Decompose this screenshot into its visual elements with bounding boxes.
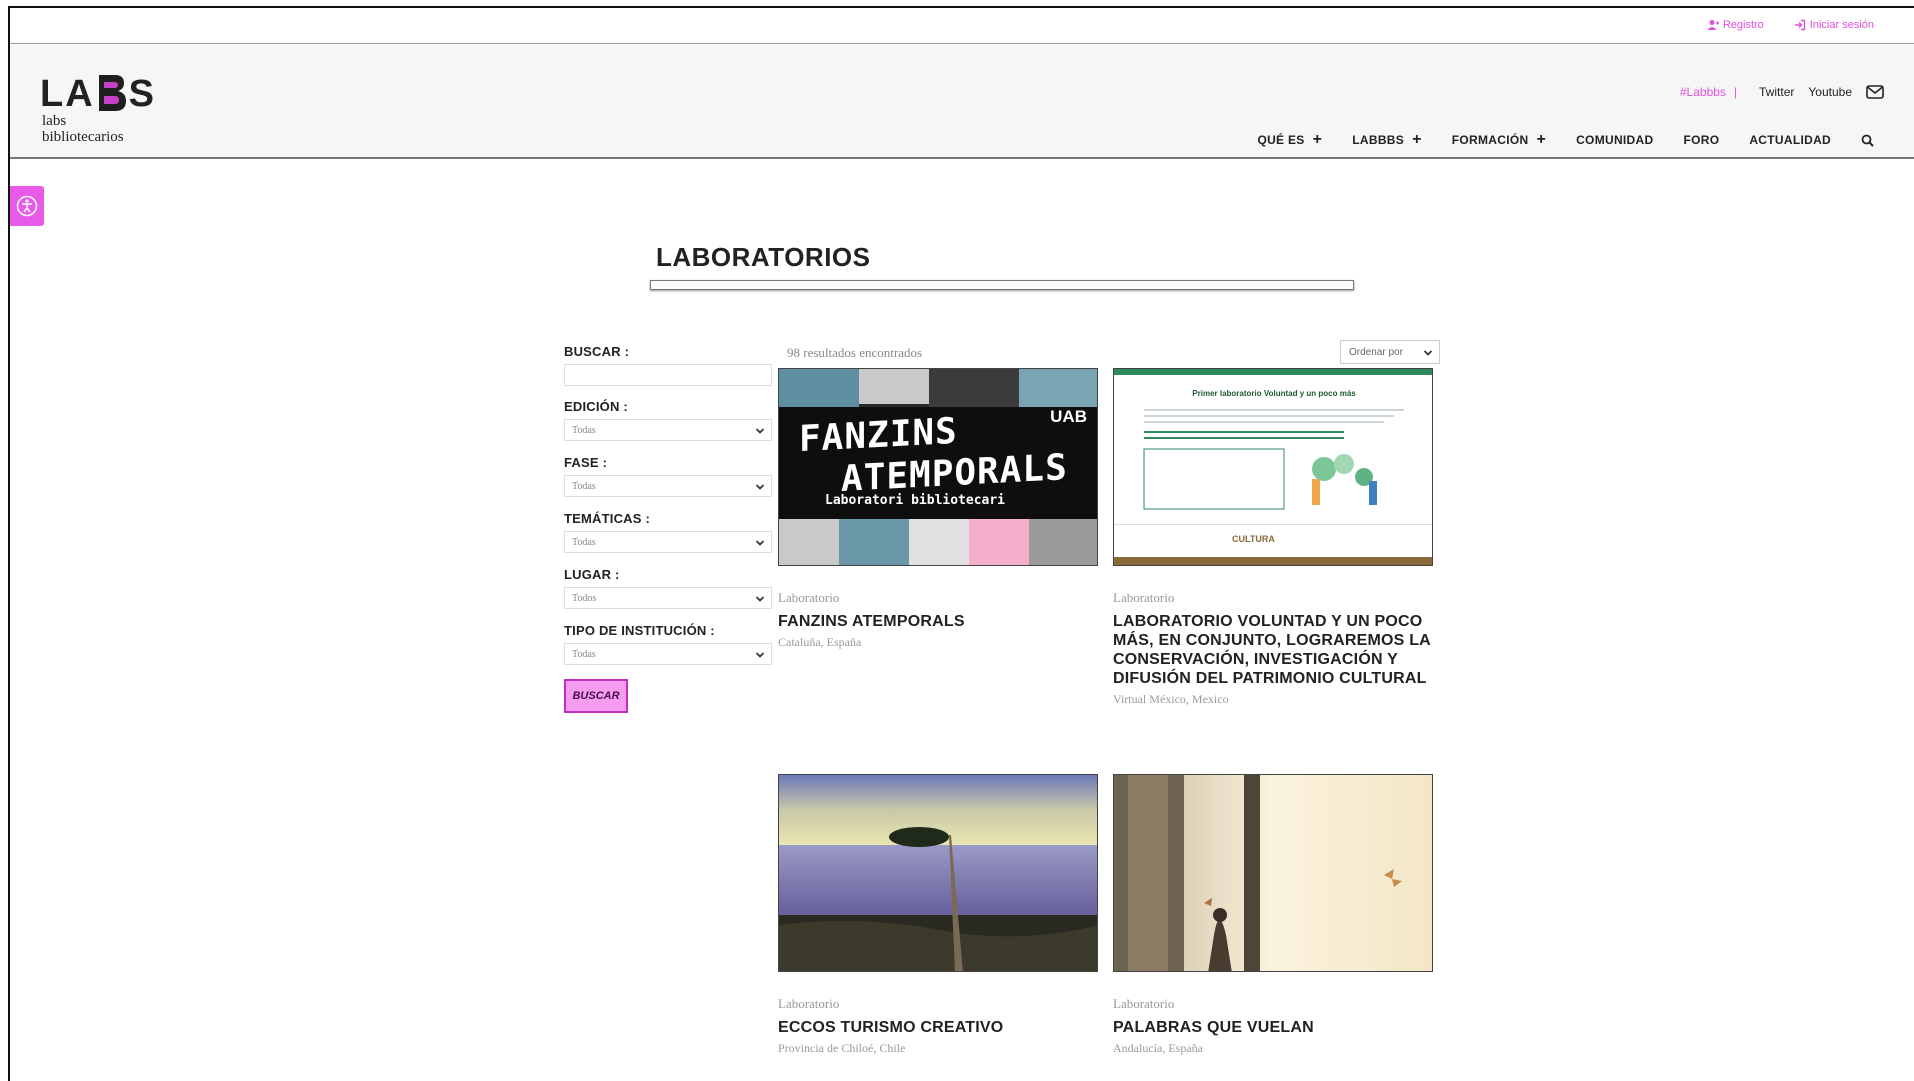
register-label: Registro <box>1722 19 1764 31</box>
card-type: Laboratorio <box>1113 996 1175 1011</box>
social-separator: | <box>1733 85 1738 99</box>
sign-in-icon <box>1794 19 1805 31</box>
result-card[interactable]: Primer laboratorio Voluntad y un poco má… <box>1113 368 1433 707</box>
chevron-down-icon <box>755 540 765 546</box>
result-card[interactable]: Laboratorio ECCOS TURISMO CREATIVO Provi… <box>778 774 1098 1056</box>
poster-heading: Primer laboratorio Voluntad y un poco má… <box>1192 389 1356 398</box>
plus-icon: + <box>1536 131 1547 148</box>
card-location: Andalucía, España <box>1113 1041 1203 1055</box>
chevron-down-icon <box>755 484 765 490</box>
fase-label: FASE : <box>564 455 608 470</box>
thumb-title-line1: FANZINS <box>799 410 958 461</box>
nav-item-comunidad[interactable]: COMUNIDAD <box>1576 133 1653 147</box>
site-logo[interactable]: LA S labs bibliotecarios <box>40 73 156 145</box>
card-location: Virtual México, Mexico <box>1113 692 1229 706</box>
card-title[interactable]: ECCOS TURISMO CREATIVO <box>778 1018 1098 1037</box>
card-location: Cataluña, España <box>778 635 862 649</box>
card-title[interactable]: FANZINS ATEMPORALS <box>778 612 1098 631</box>
cultura-logo: CULTURA <box>1232 534 1275 544</box>
card-type: Laboratorio <box>1113 590 1175 605</box>
hashtag-link[interactable]: #Labbbs <box>1680 85 1726 99</box>
thumb-subtitle: Laboratori bibliotecari <box>825 493 1006 508</box>
card-type: Laboratorio <box>778 590 840 605</box>
card-thumbnail-voluntad[interactable]: Primer laboratorio Voluntad y un poco má… <box>1113 368 1433 566</box>
tipo-institucion-label: TIPO DE INSTITUCIÓN : <box>564 623 715 638</box>
lake-landscape-image <box>779 775 1097 971</box>
search-input[interactable] <box>564 364 772 386</box>
logo-triple-b-icon <box>96 73 128 113</box>
plus-icon: + <box>1312 131 1323 148</box>
twitter-link[interactable]: Twitter <box>1759 85 1794 99</box>
login-label: Iniciar sesión <box>1809 19 1874 31</box>
butterflies-book-image <box>1114 775 1432 971</box>
card-location: Provincia de Chiloé, Chile <box>778 1041 906 1055</box>
title-divider <box>650 280 1354 290</box>
chevron-down-icon <box>1423 350 1433 356</box>
nav-item-que-es[interactable]: QUÉ ES + <box>1257 131 1323 148</box>
tematicas-label: TEMÁTICAS : <box>564 511 650 526</box>
user-plus-icon <box>1707 20 1719 30</box>
nav-item-labbbs[interactable]: LABBBS + <box>1352 131 1422 148</box>
nav-item-actualidad[interactable]: ACTUALIDAD <box>1749 133 1831 147</box>
nav-label: FORMACIÓN <box>1451 133 1529 147</box>
sort-label: Ordenar por <box>1349 347 1403 358</box>
chevron-down-icon <box>755 428 765 434</box>
site-header: LA S labs bibliotecarios #Labbbs | Twitt… <box>10 45 1914 159</box>
card-title[interactable]: PALABRAS QUE VUELAN <box>1113 1018 1433 1037</box>
youtube-link[interactable]: Youtube <box>1808 85 1852 99</box>
top-utility-bar: Registro Iniciar sesión <box>10 8 1914 44</box>
logo-letters-right: S <box>128 73 157 115</box>
edicion-label: EDICIÓN : <box>564 399 628 414</box>
tematicas-value: Todas <box>572 537 596 548</box>
filter-panel: BUSCAR : EDICIÓN : Todas FASE : Todas TE… <box>564 344 772 713</box>
social-links: #Labbbs | Twitter Youtube <box>1680 85 1884 99</box>
nav-item-formacion[interactable]: FORMACIÓN + <box>1451 131 1547 148</box>
register-link[interactable]: Registro <box>1707 19 1764 31</box>
search-icon[interactable] <box>1861 134 1874 147</box>
tematicas-select[interactable]: Todas <box>564 531 772 553</box>
accessibility-button[interactable] <box>10 186 44 226</box>
tipo-institucion-select[interactable]: Todas <box>564 643 772 665</box>
search-label: BUSCAR : <box>564 344 630 359</box>
fase-select[interactable]: Todas <box>564 475 772 497</box>
nav-label: QUÉ ES <box>1257 133 1305 147</box>
page-title: LABORATORIOS <box>656 242 871 272</box>
result-card[interactable]: Laboratorio PALABRAS QUE VUELAN Andalucí… <box>1113 774 1433 1056</box>
logo-letters-left: LA <box>40 73 95 115</box>
chevron-down-icon <box>755 596 765 602</box>
sort-select[interactable]: Ordenar por <box>1340 340 1440 364</box>
page-frame: Registro Iniciar sesión LA S labs biblio… <box>8 6 1914 1081</box>
lugar-value: Todos <box>572 593 597 604</box>
accessibility-icon <box>16 195 38 217</box>
card-thumbnail-eccos[interactable] <box>778 774 1098 972</box>
plus-icon: + <box>1412 131 1422 148</box>
card-type: Laboratorio <box>778 996 840 1011</box>
lugar-label: LUGAR : <box>564 567 620 582</box>
logo-mark: LA S <box>40 73 156 113</box>
results-count: 98 resultados encontrados <box>787 345 923 360</box>
mail-icon[interactable] <box>1866 85 1884 99</box>
nav-label: LABBBS <box>1352 133 1405 147</box>
logo-subtitle-1: labs <box>42 113 67 129</box>
tipo-institucion-value: Todas <box>572 649 596 660</box>
fase-value: Todas <box>572 481 596 492</box>
edicion-value: Todas <box>572 425 596 436</box>
card-thumbnail-palabras[interactable] <box>1113 774 1433 972</box>
uab-logo: UAB <box>1050 407 1087 426</box>
login-link[interactable]: Iniciar sesión <box>1794 19 1874 31</box>
card-title[interactable]: LABORATORIO VOLUNTAD Y UN POCO MÁS, EN C… <box>1113 612 1433 688</box>
nav-item-foro[interactable]: FORO <box>1683 133 1719 147</box>
edicion-select[interactable]: Todas <box>564 419 772 441</box>
logo-subtitle-2: bibliotecarios <box>42 129 124 145</box>
main-nav: QUÉ ES + LABBBS + FORMACIÓN + COMUNIDAD … <box>1257 131 1874 148</box>
card-thumbnail-fanzins[interactable]: FANZINS ATEMPORALS Laboratori biblioteca… <box>778 368 1098 566</box>
search-submit-button[interactable]: BUSCAR <box>564 679 628 713</box>
result-card[interactable]: FANZINS ATEMPORALS Laboratori biblioteca… <box>778 368 1098 650</box>
lugar-select[interactable]: Todos <box>564 587 772 609</box>
chevron-down-icon <box>755 652 765 658</box>
